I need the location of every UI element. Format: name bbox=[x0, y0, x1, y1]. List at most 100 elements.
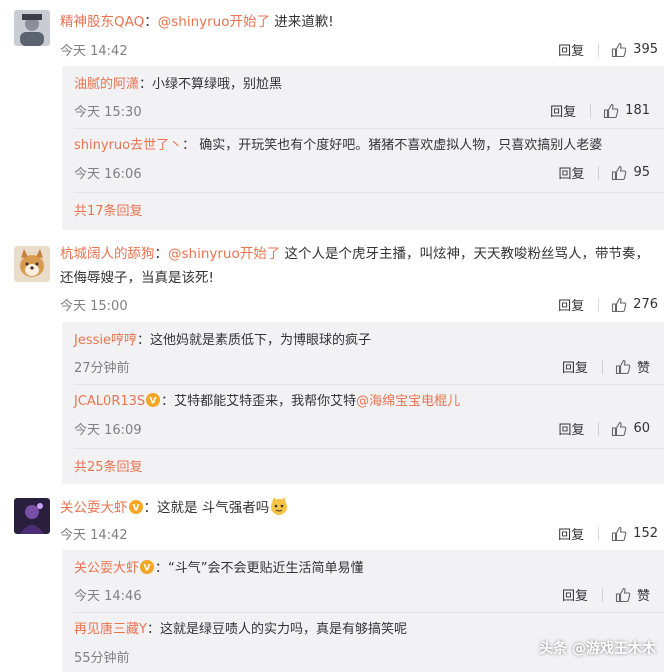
reply-button[interactable]: 回复 bbox=[562, 357, 588, 376]
comment-text: 杭城阔人的舔狗：@shinyruo开始了 这个人是个虎牙主播，叫炫神，天天教唆粉… bbox=[60, 242, 650, 290]
reply-button[interactable]: 回复 bbox=[562, 585, 588, 604]
reply-divider bbox=[74, 192, 664, 193]
divider bbox=[601, 359, 603, 374]
reply-item: JCAL0R13S V ：艾特都能艾特歪来，我帮你艾特@海绵宝宝电棍儿 今天 16:… bbox=[62, 385, 664, 447]
thumbs-up-icon bbox=[604, 103, 619, 118]
divider bbox=[598, 297, 600, 312]
thumbs-up-icon bbox=[612, 165, 627, 180]
reply-text: Jessie哼哼：这他妈就是素质低下，为博眼球的疯子 bbox=[74, 330, 654, 352]
like-button[interactable]: 95 bbox=[611, 165, 650, 181]
reply-text: 油腻的阿潇：小绿不算绿哦，别尬黑 bbox=[74, 74, 654, 96]
username[interactable]: 精神股东QAQ bbox=[60, 14, 144, 30]
reply-actions: 回复 赞 bbox=[562, 357, 650, 376]
separator: ： bbox=[143, 500, 158, 516]
comment-actions: 回复 152 bbox=[558, 524, 658, 543]
reply-actions: 回复 181 bbox=[550, 101, 650, 120]
thumbs-up-icon bbox=[612, 297, 627, 312]
reply-item: Jessie哼哼：这他妈就是素质低下，为博眼球的疯子 27分钟前 回复 赞 bbox=[62, 322, 664, 384]
username[interactable]: 关公耍大虾 bbox=[60, 500, 128, 516]
username[interactable]: JCAL0R13S bbox=[74, 394, 145, 409]
mention-link[interactable]: @海绵宝宝电棍儿 bbox=[356, 394, 460, 409]
svg-text:V: V bbox=[150, 397, 157, 407]
watermark: 头条 @游戏王木木 bbox=[539, 641, 656, 657]
separator: ： bbox=[154, 246, 169, 262]
reply-actions: 回复 60 bbox=[558, 419, 650, 438]
thumbs-up-icon bbox=[612, 42, 627, 57]
like-count: 276 bbox=[633, 297, 658, 312]
timestamp: 27分钟前 bbox=[74, 361, 130, 376]
reply-item: 油腻的阿潇：小绿不算绿哦，别尬黑 今天 15:30 回复 181 bbox=[62, 66, 664, 128]
reply-button[interactable]: 回复 bbox=[558, 163, 584, 182]
like-button[interactable]: 赞 bbox=[615, 357, 650, 376]
thumbs-up-icon bbox=[612, 526, 627, 541]
reply-button[interactable]: 回复 bbox=[558, 524, 584, 543]
reply-actions: 回复 赞 bbox=[562, 585, 650, 604]
username[interactable]: Jessie哼哼 bbox=[74, 333, 137, 348]
comment-body: 这就是 斗气强者吗 bbox=[157, 500, 270, 516]
comment-actions: 回复 395 bbox=[558, 40, 658, 59]
timestamp: 今天 14:46 bbox=[74, 589, 142, 604]
like-count: 赞 bbox=[636, 361, 650, 376]
username[interactable]: shinyruo去世了丶 bbox=[74, 138, 182, 153]
mention-link[interactable]: @shinyruo开始了 bbox=[158, 14, 270, 30]
username[interactable]: 杭城阔人的舔狗 bbox=[60, 246, 155, 262]
like-button[interactable]: 395 bbox=[611, 42, 658, 58]
like-button[interactable]: 赞 bbox=[615, 585, 650, 604]
reply-list: 油腻的阿潇：小绿不算绿哦，别尬黑 今天 15:30 回复 181 shinyru… bbox=[62, 66, 664, 230]
thumbs-up-icon bbox=[612, 421, 627, 436]
comment-text: 精神股东QAQ：@shinyruo开始了 进来道歉! bbox=[60, 10, 650, 34]
reply-list: Jessie哼哼：这他妈就是素质低下，为博眼球的疯子 27分钟前 回复 赞 JC… bbox=[62, 322, 664, 484]
mention-link[interactable]: @shinyruo开始了 bbox=[168, 246, 280, 262]
divider bbox=[598, 165, 600, 180]
reply-body: ：艾特都能艾特歪来，我帮你艾特 bbox=[161, 394, 357, 409]
divider bbox=[601, 587, 603, 602]
reply-body: ： 确实，开玩笑也有个度好吧。猪猪不喜欢虚拟人物，只喜欢搞别人老婆 bbox=[182, 138, 603, 153]
like-button[interactable]: 60 bbox=[611, 421, 650, 437]
avatar[interactable] bbox=[14, 246, 50, 282]
like-button[interactable]: 181 bbox=[603, 103, 650, 119]
comment-text: 关公耍大虾 V ：这就是 斗气强者吗 bbox=[60, 496, 650, 520]
like-count: 赞 bbox=[636, 589, 650, 604]
vip-badge-icon: V bbox=[139, 559, 155, 575]
like-button[interactable]: 276 bbox=[611, 297, 658, 313]
comment-actions: 回复 276 bbox=[558, 295, 658, 314]
thumbs-up-icon bbox=[615, 359, 631, 374]
reply-item: shinyruo去世了丶： 确实，开玩笑也有个度好吧。猪猪不喜欢虚拟人物，只喜欢… bbox=[62, 129, 664, 191]
divider bbox=[598, 42, 600, 57]
timestamp: 今天 16:09 bbox=[74, 423, 142, 438]
like-count: 152 bbox=[633, 526, 658, 541]
svg-text:V: V bbox=[144, 564, 151, 574]
divider bbox=[598, 526, 600, 541]
reply-divider bbox=[74, 448, 664, 449]
comment-body: 进来道歉! bbox=[270, 14, 334, 30]
timestamp: 今天 14:42 bbox=[60, 528, 128, 543]
timestamp: 今天 16:06 bbox=[74, 167, 142, 182]
reply-body: ：这就是绿豆啧人的实力吗，真是有够搞笑呢 bbox=[146, 622, 407, 637]
reply-button[interactable]: 回复 bbox=[550, 101, 576, 120]
username[interactable]: 关公耍大虾 bbox=[74, 561, 139, 576]
like-count: 395 bbox=[633, 42, 658, 57]
timestamp: 今天 15:30 bbox=[74, 105, 142, 120]
reply-button[interactable]: 回复 bbox=[558, 419, 584, 438]
reply-body: ：“斗气”会不会更贴近生活简单易懂 bbox=[155, 561, 364, 576]
comment-2: 杭城阔人的舔狗：@shinyruo开始了 这个人是个虎牙主播，叫炫神，天天教唆粉… bbox=[0, 240, 664, 485]
like-count: 60 bbox=[633, 421, 650, 436]
username[interactable]: 再见唐三藏Y bbox=[74, 622, 147, 637]
cat-emoji-icon bbox=[269, 496, 289, 516]
more-replies-link[interactable]: 共17条回复 bbox=[74, 200, 143, 219]
vip-badge-icon: V bbox=[128, 499, 144, 515]
reply-button[interactable]: 回复 bbox=[558, 40, 584, 59]
more-replies-link[interactable]: 共25条回复 bbox=[74, 456, 143, 475]
username[interactable]: 油腻的阿潇 bbox=[74, 77, 139, 92]
like-count: 181 bbox=[625, 103, 650, 118]
avatar[interactable] bbox=[14, 10, 50, 46]
like-button[interactable]: 152 bbox=[611, 526, 658, 542]
avatar[interactable] bbox=[14, 498, 50, 534]
reply-item: 关公耍大虾 V ：“斗气”会不会更贴近生活简单易懂 今天 14:46 回复 赞 bbox=[62, 550, 664, 612]
timestamp: 今天 15:00 bbox=[60, 299, 128, 314]
separator: ： bbox=[144, 14, 158, 30]
timestamp: 今天 14:42 bbox=[60, 44, 128, 59]
comment-body: 这个人是个虎牙主播，叫炫神，天天教唆粉丝骂人，带节奏， bbox=[280, 246, 650, 262]
comment-1: 精神股东QAQ：@shinyruo开始了 进来道歉! 今天 14:42 回复 3… bbox=[0, 0, 664, 230]
reply-button[interactable]: 回复 bbox=[558, 295, 584, 314]
